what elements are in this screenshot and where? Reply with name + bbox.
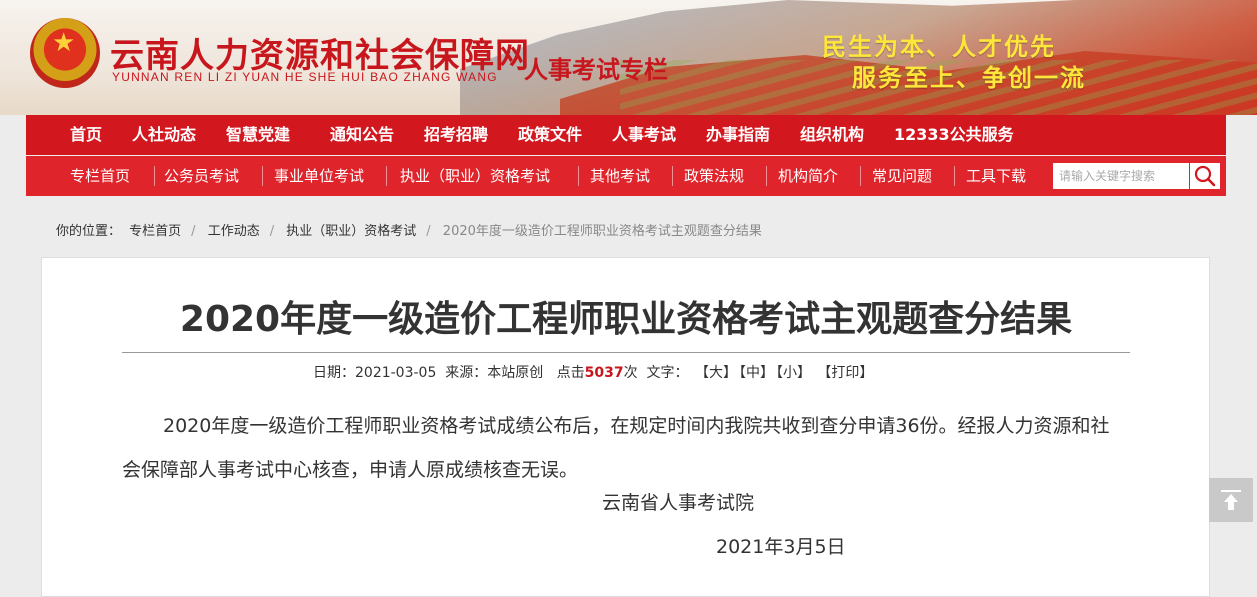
breadcrumb-separator: / xyxy=(269,224,275,239)
main-nav-item-exams[interactable]: 人事考试 xyxy=(612,115,676,155)
breadcrumb-prefix: 你的位置： xyxy=(56,224,122,239)
header-banner: ★ 云南人力资源和社会保障网 YUNNAN REN LI ZI YUAN HE … xyxy=(0,0,1257,115)
article-title: 2020年度一级造价工程师职业资格考试主观题查分结果 xyxy=(179,299,1073,340)
main-nav-item-guide[interactable]: 办事指南 xyxy=(706,115,770,155)
meta-hits-label: 点击 xyxy=(556,365,585,381)
article-date: 2021年3月5日 xyxy=(716,536,846,558)
slogan-line-2: 服务至上、争创一流 xyxy=(852,64,1086,92)
site-pinyin: YUNNAN REN LI ZI YUAN HE SHE HUI BAO ZHA… xyxy=(112,70,498,84)
sub-nav-item-column-home[interactable]: 专栏首页 xyxy=(70,156,130,196)
sub-nav-item-public-institution[interactable]: 事业单位考试 xyxy=(274,156,364,196)
sub-nav-divider xyxy=(386,166,387,186)
article-signature: 云南省人事考试院 xyxy=(602,492,755,514)
sub-nav-divider xyxy=(578,166,579,186)
breadcrumb-item[interactable]: 专栏首页 xyxy=(129,224,181,239)
sub-nav-item-qualification[interactable]: 执业（职业）资格考试 xyxy=(400,156,550,196)
font-large-button[interactable]: 【大】 xyxy=(695,365,737,381)
meta-date-label: 日期： xyxy=(313,365,355,381)
column-name: 人事考试专栏 xyxy=(524,55,668,84)
meta-font-label: 文字： xyxy=(646,365,689,381)
sub-nav-divider xyxy=(954,166,955,186)
article-body: 2020年度一级造价工程师职业资格考试成绩公布后，在规定时间内我院共收到查分申请… xyxy=(122,415,1110,481)
main-nav-item-recruitment[interactable]: 招考招聘 xyxy=(424,115,488,155)
search-button[interactable] xyxy=(1190,163,1220,189)
sub-nav-item-downloads[interactable]: 工具下载 xyxy=(966,156,1026,196)
font-small-button[interactable]: 【小】 xyxy=(776,365,811,381)
article-meta: 日期：2021-03-05 来源：本站原创 点击5037次 文字： 【大】 【中】… xyxy=(313,362,873,382)
breadcrumb: 你的位置： 专栏首页 / 工作动态 / 执业（职业）资格考试 / 2020年度一级造价… xyxy=(56,220,766,239)
search-icon xyxy=(1194,165,1216,187)
breadcrumb-current: 2020年度一级造价工程师职业资格考试主观题查分结果 xyxy=(442,224,762,239)
sub-nav-item-faq[interactable]: 常见问题 xyxy=(872,156,932,196)
sub-nav-divider xyxy=(262,166,263,186)
main-nav-item-news[interactable]: 人社动态 xyxy=(132,115,196,155)
sub-nav-divider xyxy=(860,166,861,186)
search-input[interactable] xyxy=(1053,163,1189,189)
sub-nav-item-other-exams[interactable]: 其他考试 xyxy=(590,156,650,196)
sub-nav-item-about[interactable]: 机构简介 xyxy=(778,156,838,196)
sub-nav-item-regulations[interactable]: 政策法规 xyxy=(684,156,744,196)
national-emblem-icon[interactable]: ★ xyxy=(30,18,100,88)
breadcrumb-item[interactable]: 执业（职业）资格考试 xyxy=(286,224,416,239)
main-nav-item-organization[interactable]: 组织机构 xyxy=(800,115,864,155)
meta-source: 本站原创 xyxy=(487,365,544,381)
main-nav-item-policy[interactable]: 政策文件 xyxy=(518,115,582,155)
arrow-up-icon xyxy=(1221,490,1241,510)
main-nav-item-12333[interactable]: 12333公共服务 xyxy=(894,115,1014,155)
breadcrumb-item[interactable]: 工作动态 xyxy=(208,224,260,239)
meta-source-label: 来源： xyxy=(445,365,488,381)
print-button[interactable]: 【打印】 xyxy=(817,365,873,381)
main-nav: 首页 人社动态 智慧党建 通知公告 招考招聘 政策文件 人事考试 办事指南 组织… xyxy=(26,115,1226,155)
back-to-top-button[interactable] xyxy=(1209,478,1253,522)
sub-nav: 专栏首页 公务员考试 事业单位考试 执业（职业）资格考试 其他考试 政策法规 机… xyxy=(26,156,1226,196)
font-medium-button[interactable]: 【中】 xyxy=(739,365,774,381)
title-divider xyxy=(122,352,1130,353)
sub-nav-divider xyxy=(672,166,673,186)
main-nav-item-home[interactable]: 首页 xyxy=(70,115,102,155)
breadcrumb-separator: / xyxy=(426,224,431,239)
main-nav-item-party[interactable]: 智慧党建 xyxy=(226,115,290,155)
meta-date: 2021-03-05 xyxy=(355,365,437,381)
slogan-line-1: 民生为本、人才优先 xyxy=(822,33,1056,61)
sub-nav-divider xyxy=(766,166,767,186)
breadcrumb-separator: / xyxy=(191,224,196,239)
sub-nav-divider xyxy=(154,166,155,186)
sub-nav-item-civil-service[interactable]: 公务员考试 xyxy=(164,156,239,196)
meta-hits-unit: 次 xyxy=(623,365,638,381)
meta-hits: 5037 xyxy=(584,365,624,381)
main-nav-item-notices[interactable]: 通知公告 xyxy=(330,115,394,155)
